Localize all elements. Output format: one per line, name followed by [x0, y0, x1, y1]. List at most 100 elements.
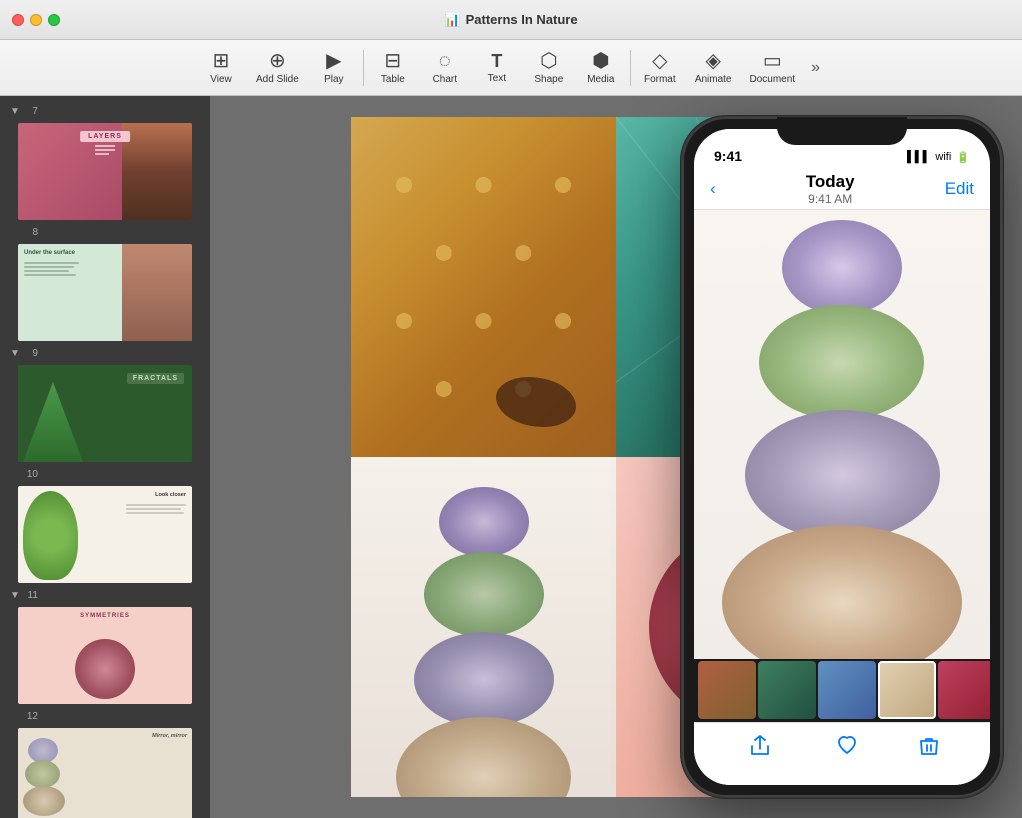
- thumbnail-2[interactable]: [758, 661, 816, 719]
- canvas-area: 9:41 ▌▌▌ wifi 🔋 ‹: [210, 96, 1022, 818]
- group-arrow-9: ▼: [10, 348, 20, 359]
- toolbar-media[interactable]: ⬢ Media: [576, 46, 626, 90]
- share-button[interactable]: [744, 730, 776, 768]
- format-label: Format: [644, 74, 676, 85]
- toolbar-view[interactable]: ⊞ View: [196, 46, 246, 90]
- status-time: 9:41: [714, 148, 742, 164]
- battery-icon: 🔋: [956, 151, 970, 164]
- toolbar-separator-1: [363, 50, 364, 86]
- slide8-title-text: Under the surface: [24, 250, 75, 256]
- canvas-cell-urchin-stack: [351, 457, 616, 797]
- slide-panel: ▼ 7 LAYERS 8: [0, 96, 210, 818]
- add-slide-label: Add Slide: [256, 74, 299, 85]
- media-label: Media: [587, 74, 614, 85]
- slide-thumb-12[interactable]: Mirror, mirror: [17, 727, 193, 818]
- close-button[interactable]: [12, 14, 24, 26]
- chart-icon: ◌: [439, 51, 451, 71]
- text-label: Text: [488, 73, 506, 84]
- iphone-notch: [777, 117, 907, 145]
- slide11-title-text: SYMMETRIES: [80, 613, 130, 619]
- delete-button[interactable]: [918, 735, 940, 763]
- slide12-title-text: Mirror, mirror: [152, 733, 187, 739]
- iphone-screen: 9:41 ▌▌▌ wifi 🔋 ‹: [694, 129, 990, 785]
- toolbar-text[interactable]: T Text: [472, 47, 522, 89]
- slide-group-header-11: ▼ 11: [6, 588, 204, 603]
- iphone-urchin-stack: [694, 210, 990, 659]
- iphone-urchin-mid: [745, 410, 940, 540]
- iphone-home-indicator: [782, 787, 902, 791]
- slide-group-8: 8 Under the surface: [6, 225, 204, 342]
- iphone-main-photo: [694, 210, 990, 659]
- slide-number-9: 9: [24, 348, 38, 359]
- iphone-urchin-top: [782, 220, 902, 315]
- slide-thumb-8[interactable]: Under the surface: [17, 243, 193, 342]
- slide-thumb-7[interactable]: LAYERS: [17, 122, 193, 221]
- window-controls: [12, 14, 60, 26]
- slide-thumb-10[interactable]: Look closer: [17, 485, 193, 584]
- slide9-title-text: FRACTALS: [127, 373, 184, 384]
- minimize-button[interactable]: [30, 14, 42, 26]
- chart-label: Chart: [433, 74, 457, 85]
- slide-group-11: ▼ 11 SYMMETRIES: [6, 588, 204, 705]
- thumbnail-1[interactable]: [698, 661, 756, 719]
- nav-back-button[interactable]: ‹: [710, 179, 716, 199]
- toolbar-add-slide[interactable]: ⊕ Add Slide: [248, 46, 307, 90]
- thumbnail-3[interactable]: [818, 661, 876, 719]
- back-chevron-icon: ‹: [710, 179, 716, 199]
- toolbar-more-button[interactable]: »: [805, 54, 826, 82]
- group-arrow-7: ▼: [10, 106, 20, 117]
- view-label: View: [210, 74, 232, 85]
- add-slide-icon: ⊕: [269, 51, 286, 71]
- slide-group-header-9: ▼ 9: [6, 346, 204, 361]
- toolbar-play[interactable]: ▶ Play: [309, 46, 359, 90]
- toolbar-document[interactable]: ▭ Document: [742, 46, 804, 90]
- iphone-urchin-container: [722, 220, 962, 650]
- wifi-icon: wifi: [935, 151, 951, 163]
- slide-number-11: 11: [24, 590, 38, 601]
- slide-group-9: ▼ 9 FRACTALS: [6, 346, 204, 463]
- table-icon: ⊟: [384, 51, 401, 71]
- play-label: Play: [324, 74, 343, 85]
- toolbar-format[interactable]: ◇ Format: [635, 46, 685, 90]
- nav-edit-button[interactable]: Edit: [945, 179, 974, 199]
- slide-number-10: 10: [24, 469, 38, 480]
- animate-label: Animate: [695, 74, 732, 85]
- animate-icon: ◈: [705, 51, 720, 71]
- urchin-bottom: [396, 717, 571, 797]
- main-area: ▼ 7 LAYERS 8: [0, 96, 1022, 818]
- media-icon: ⬢: [592, 51, 609, 71]
- signal-icon: ▌▌▌: [907, 151, 930, 163]
- slide-group-7: ▼ 7 LAYERS: [6, 104, 204, 221]
- slide-number-8: 8: [24, 227, 38, 238]
- iphone-nav-bar: ‹ Today 9:41 AM Edit: [694, 170, 990, 210]
- title-bar: 📊 Patterns In Nature: [0, 0, 1022, 40]
- text-icon: T: [491, 52, 502, 70]
- heart-button[interactable]: [836, 735, 858, 763]
- urchin-mid-top: [424, 552, 544, 637]
- toolbar-animate[interactable]: ◈ Animate: [687, 46, 740, 90]
- toolbar-shape[interactable]: ⬡ Shape: [524, 46, 574, 90]
- slide-group-header-10: 10: [6, 467, 204, 482]
- group-arrow-11: ▼: [10, 590, 20, 601]
- nav-title-area: Today 9:41 AM: [806, 172, 855, 206]
- toolbar-chart[interactable]: ◌ Chart: [420, 46, 470, 90]
- iphone-urchin-bottom: [722, 525, 962, 659]
- thumbnail-5[interactable]: [938, 661, 990, 719]
- slide-group-header-12: 12: [6, 709, 204, 724]
- slide-thumb-11[interactable]: SYMMETRIES: [17, 606, 193, 705]
- toolbar: ⊞ View ⊕ Add Slide ▶ Play ⊟ Table ◌ Char…: [0, 40, 1022, 96]
- iphone-overlay: 9:41 ▌▌▌ wifi 🔋 ‹: [672, 96, 1012, 818]
- nav-title-today: Today: [806, 172, 855, 192]
- slide-group-header-7: ▼ 7: [6, 104, 204, 119]
- toolbar-table[interactable]: ⊟ Table: [368, 46, 418, 90]
- thumbnail-4-active[interactable]: [878, 661, 936, 719]
- format-icon: ◇: [652, 51, 667, 71]
- maximize-button[interactable]: [48, 14, 60, 26]
- slide-thumb-9[interactable]: FRACTALS: [17, 364, 193, 463]
- iphone-bottom-toolbar: [694, 722, 990, 785]
- table-label: Table: [381, 74, 405, 85]
- toolbar-separator-2: [630, 50, 631, 86]
- slide-group-header-8: 8: [6, 225, 204, 240]
- keynote-icon: 📊: [444, 12, 460, 28]
- play-icon: ▶: [326, 51, 341, 71]
